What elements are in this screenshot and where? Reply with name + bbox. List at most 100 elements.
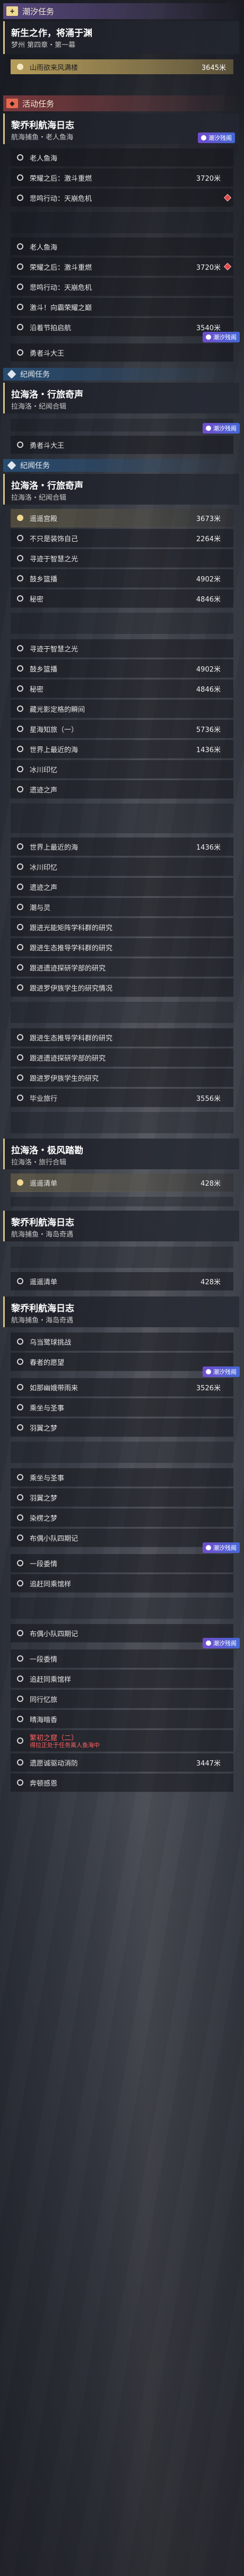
quest-step[interactable]: 追赶同乘馆样 [11,1670,233,1688]
quest-step[interactable]: 冰川印忆 [11,858,233,876]
quest-step[interactable]: 布偶小队四期记 [11,1624,233,1643]
badge-label: 潮汐残阁 [213,1545,237,1551]
quest-step[interactable]: 世界上最近的海 1436米 [11,740,233,758]
quest-step[interactable]: 如那幽娥带雨来 3526米 [11,1378,233,1397]
quest-card-fisher[interactable]: 黎乔利航海日志 航海捕鱼・海岛奇遇 [3,1211,239,1241]
quest-step[interactable]: 一段委情 [11,1554,233,1573]
quest-step[interactable]: 一段委情 [11,1649,233,1668]
step-circle-icon [17,1560,23,1566]
quest-step[interactable]: 悲鸣行动：天崩危机 [11,189,233,207]
quest-step[interactable]: 遥遥清单 428米 [11,1174,233,1192]
section-beacon[interactable]: 纪闻任务 [3,459,241,472]
quest-step[interactable]: 遥遥清单 428米 [11,1272,233,1291]
step-circle-icon [17,726,23,732]
quest-card-fisher[interactable]: 黎乔利航海日志 航海捕鱼・海岛奇遇 [3,1296,239,1327]
quest-title: 黎乔利航海日志 [11,120,74,131]
quest-card-lahailuo[interactable]: 拉海洛・极风踏勘 拉海洛・旅行合辑 [3,1139,239,1169]
step-distance: 3526米 [196,1384,221,1392]
step-circle-icon [17,1696,23,1702]
quest-step[interactable]: 跟进生态推导学科群的研究 [11,1028,233,1047]
quest-step[interactable]: 跟进遗迹探研学部的研究 [11,1048,233,1067]
quest-subtitle: 拉海洛・纪闻合辑 [11,494,67,502]
quest-step[interactable]: 老人鱼海 [11,237,233,256]
quest-step[interactable]: 老人鱼海 [11,148,233,167]
step-label: 追赶同乘馆样 [30,1675,72,1684]
step-label: 跟进生态推导学科群的研究 [30,1034,113,1043]
quest-step[interactable]: 奔顿感恩 [11,1774,233,1792]
quest-step[interactable]: 鼓乡篮播 4902米 [11,659,233,678]
step-label: 山雨欲来风满楼 [30,64,79,72]
step-distance: 3645米 [201,64,226,72]
step-circle-icon [17,1534,23,1541]
quest-step[interactable]: 跟进罗伊族学生的研究 [11,1069,233,1087]
quest-step[interactable]: 星海知旅（一） 5736米 [11,720,233,738]
step-label: 乌当鹭球挑战 [30,1338,72,1347]
quest-step[interactable]: 跟进光能矩阵学科群的研究 [11,918,233,937]
quest-step[interactable]: 追赶同乘馆样 [11,1574,233,1593]
badge-label: 潮汐残阁 [213,1369,237,1375]
quest-step[interactable]: 同行忆旅 [11,1690,233,1708]
step-circle-icon [17,1404,23,1410]
step-circle-icon [17,284,23,290]
quest-step[interactable]: 羽翼之梦 [11,1418,233,1437]
section-event[interactable]: ◆ 活动任务 [3,95,241,111]
alert-diamond-icon [223,193,232,202]
quest-step[interactable]: 跟进罗伊族学生的研究情况 [11,978,233,997]
quest-step[interactable]: 染楞之梦 [11,1508,233,1527]
quest-step[interactable]: 跟进遗迹探研学部的研究 [11,958,233,977]
quest-step[interactable]: 激斗！向霸荣耀之巅 [11,298,233,316]
divider [11,419,233,431]
step-label: 同行忆旅 [30,1696,58,1704]
quest-card-lahailuo[interactable]: 拉海洛・行旅奇声 拉海洛・纪闻合辑 [3,383,239,413]
quest-step[interactable]: 沿着节拍启航 3540米 [11,318,233,337]
quest-step[interactable]: 勇者斗大王 [11,436,233,454]
quest-card-fisher[interactable]: 黎乔利航海日志 航海捕鱼・老人鱼海 潮汐残阁 [3,113,239,144]
tracked-step[interactable]: 山雨欲来风满楼 3645米 [11,59,233,74]
quest-step[interactable]: 毕业旅行 3556米 [11,1089,233,1107]
step-label: 激斗！向霸荣耀之巅 [30,304,92,312]
step-circle-icon [17,944,23,950]
quest-step[interactable]: 潮与灵 [11,898,233,916]
quest-step[interactable]: 布偶小队四期记 [11,1529,233,1547]
quest-step[interactable]: 羽翼之梦 [11,1488,233,1507]
quest-step[interactable]: 乘坐与圣事 [11,1468,233,1487]
section-seasonal[interactable]: + 潮汐任务 [3,3,241,19]
section-beacon[interactable]: 纪闻任务 [3,368,241,381]
quest-step[interactable]: 遗迹之声 [11,878,233,896]
step-circle-icon [17,154,23,161]
quest-step[interactable]: 荣耀之后：激斗重燃 3720米 [11,258,233,276]
quest-step[interactable]: 秘密 4846米 [11,680,233,698]
quest-step[interactable]: 悲鸣行动：天崩危机 [11,278,233,296]
step-circle-icon [17,1179,23,1186]
quest-step[interactable]: 冰川印忆 [11,760,233,779]
quest-step[interactable]: 乌当鹭球挑战 [11,1333,233,1351]
quest-step[interactable]: 秘密 4846米 [11,589,233,608]
step-label: 乘坐与圣事 [30,1474,65,1483]
quest-step[interactable]: 寻迹于智慧之光 [11,639,233,658]
quest-step[interactable]: 藏光影定格的瞬间 [11,700,233,718]
divider [11,613,233,634]
quest-step[interactable]: 乘坐与圣事 [11,1398,233,1417]
beacon-icon [7,369,16,379]
quest-step[interactable]: 遗愿诚驱动消防 3447米 [11,1753,233,1772]
quest-step[interactable]: 晴海暗香 [11,1710,233,1728]
quest-step[interactable]: 跟进生态推导学科群的研究 [11,938,233,957]
quest-step[interactable]: 勇者斗大王 [11,343,233,362]
quest-step[interactable]: 春者的愿望 [11,1353,233,1371]
step-circle-icon [17,665,23,672]
quest-step[interactable]: 荣耀之后：激斗重燃 3720米 [11,169,233,187]
quest-card-lahailuo[interactable]: 拉海洛・行旅奇声 拉海洛・纪闻合辑 [3,474,239,505]
step-label: 遗迹之声 [30,884,58,892]
quest-step[interactable]: 遗迹之声 [11,780,233,799]
quest-step-warning[interactable]: 繁初之窟（二） 得拉正处于任务离人鱼海中 [11,1730,233,1752]
step-label: 布偶小队四期记 [30,1534,79,1543]
quest-card-main[interactable]: 新生之作，将涌于渊 梦州 第四章・第一幕 [3,21,239,54]
quest-step[interactable]: 世界上最近的海 1436米 [11,837,233,856]
quest-step[interactable]: 不只是装饰自己 2264米 [11,529,233,548]
step-label: 秘密 [30,685,44,694]
quest-step[interactable]: 寻迹于智慧之光 [11,549,233,568]
quest-step[interactable]: 鼓乡篮播 4902米 [11,569,233,588]
quest-step[interactable]: 遥遥宫殿 3673米 [11,509,233,527]
step-label: 春者的愿望 [30,1358,65,1367]
divider [11,804,233,833]
